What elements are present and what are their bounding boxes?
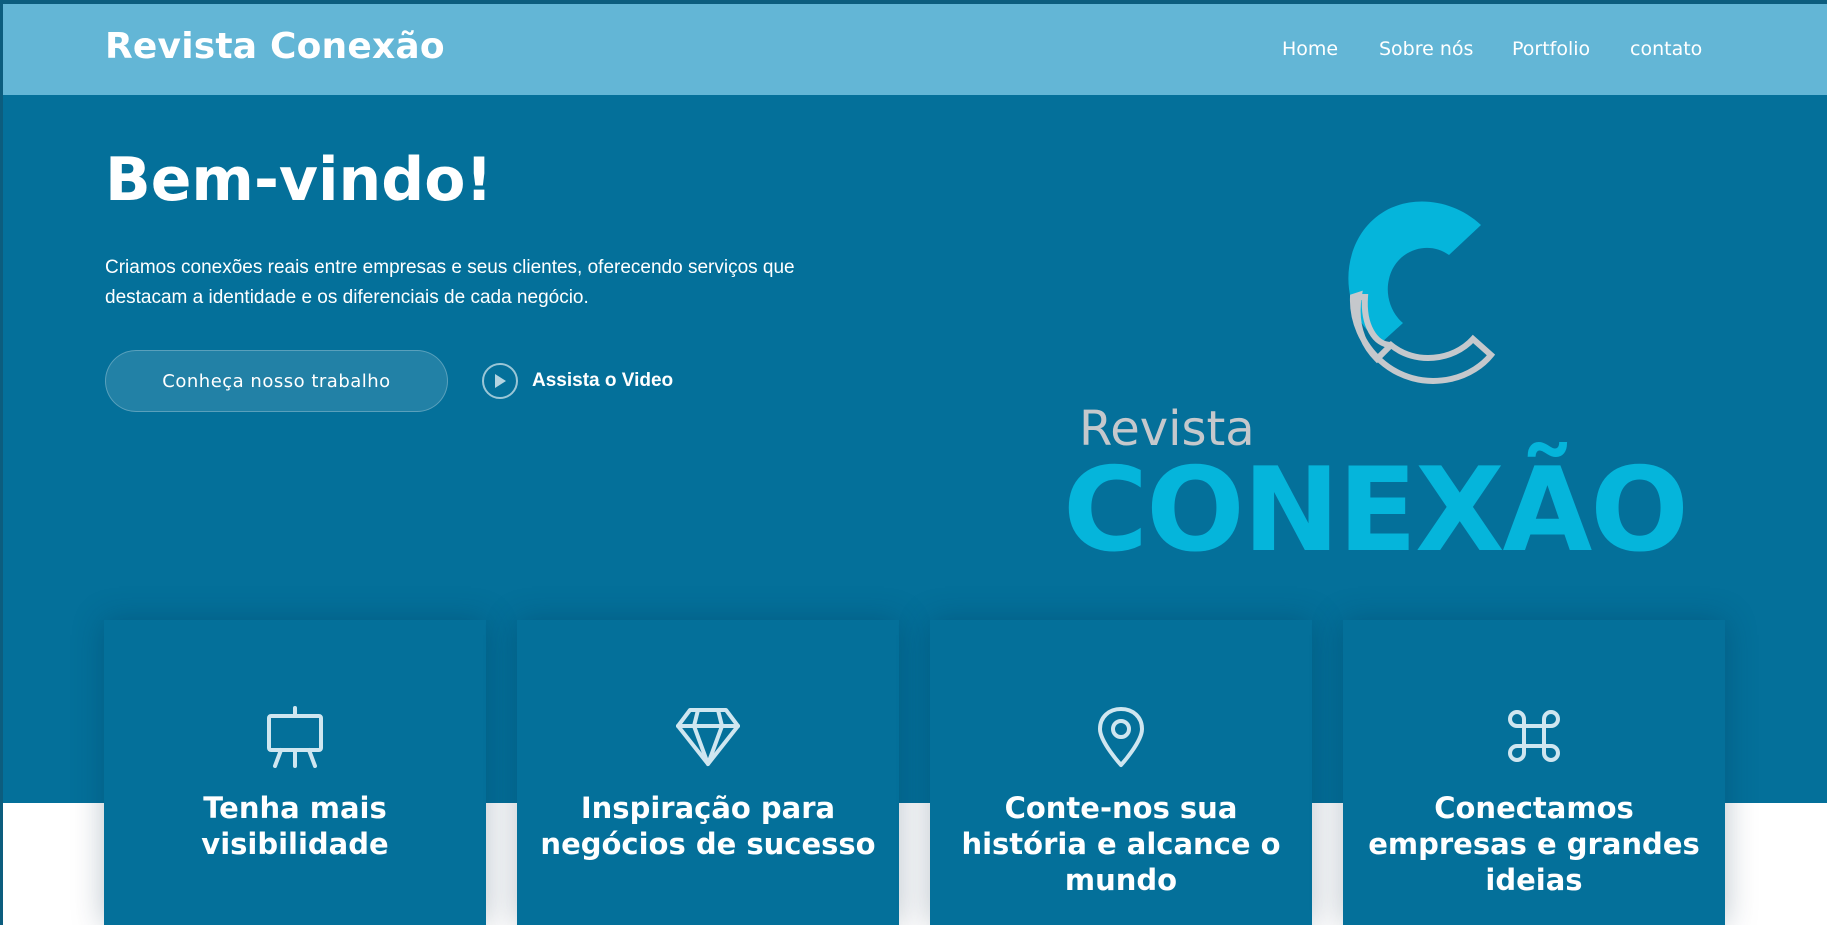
feature-card-title: Conectamos empresas e grandes ideias <box>1368 791 1700 897</box>
nav-portfolio[interactable]: Portfolio <box>1512 38 1590 60</box>
revista-conexao-logo: Revista CONEXÃO <box>1063 195 1743 578</box>
nav-home[interactable]: Home <box>1282 38 1338 60</box>
feature-card-title: Conte-nos sua história e alcance o mundo <box>961 791 1281 897</box>
presentation-board-icon <box>267 706 323 768</box>
feature-card: Conectamos empresas e grandes ideias <box>1343 620 1725 925</box>
play-circle-icon[interactable] <box>482 363 518 399</box>
watch-video-label: Assista o Video <box>532 370 674 391</box>
command-icon <box>1508 710 1560 762</box>
cta-button[interactable]: Conheça nosso trabalho <box>105 350 448 412</box>
hero-title: Bem-vindo! <box>105 145 493 215</box>
hero-description: Criamos conexões reais entre empresas e … <box>105 257 795 308</box>
watch-video-link[interactable]: Assista o Video <box>482 359 673 403</box>
logo-c-mark-icon <box>1348 201 1496 384</box>
feature-card: Inspiração para negócios de sucesso <box>517 620 899 925</box>
nav-contato[interactable]: contato <box>1630 38 1702 60</box>
map-pin-icon <box>1098 707 1144 767</box>
nav-sobre-nos[interactable]: Sobre nós <box>1379 38 1473 60</box>
diamond-icon <box>676 708 740 766</box>
feature-card: Tenha mais visibilidade <box>104 620 486 925</box>
top-navbar: Revista Conexão Home Sobre nós Portfolio… <box>3 4 1827 95</box>
feature-card: Conte-nos sua história e alcance o mundo <box>930 620 1312 925</box>
main-nav: Home Sobre nós Portfolio contato <box>3 38 1827 68</box>
logo-conexao-text: CONEXÃO <box>1063 443 1689 578</box>
feature-card-title: Inspiração para negócios de sucesso <box>540 791 876 861</box>
feature-card-title: Tenha mais visibilidade <box>201 791 389 861</box>
